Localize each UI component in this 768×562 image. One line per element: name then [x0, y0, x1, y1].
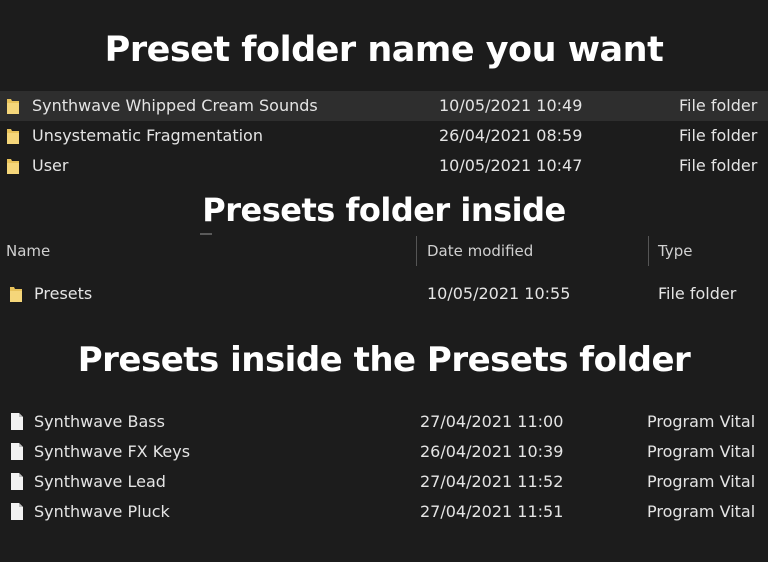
folder-name: User	[32, 156, 69, 175]
folder-row[interactable]: Synthwave Whipped Cream Sounds 10/05/202…	[0, 91, 768, 121]
folder-icon	[10, 287, 22, 302]
file-row[interactable]: Synthwave FX Keys 26/04/2021 10:39 Progr…	[0, 437, 768, 467]
folder-row[interactable]: Presets 10/05/2021 10:55 File folder	[0, 279, 768, 309]
file-date: 27/04/2021 11:52	[420, 472, 564, 491]
file-icon	[11, 473, 23, 490]
column-divider[interactable]	[416, 236, 417, 266]
file-name: Synthwave Lead	[34, 472, 166, 491]
folder-type: File folder	[658, 284, 737, 303]
file-type: Program Vital	[647, 412, 756, 431]
folder-name: Presets	[34, 284, 93, 303]
file-row[interactable]: Synthwave Bass 27/04/2021 11:00 Program …	[0, 407, 768, 437]
file-row[interactable]: Synthwave Pluck 27/04/2021 11:51 Program…	[0, 497, 768, 527]
folder-icon	[7, 159, 19, 174]
column-type[interactable]: Type	[658, 242, 692, 260]
file-icon	[11, 413, 23, 430]
folder-row[interactable]: Unsystematic Fragmentation 26/04/2021 08…	[0, 121, 768, 151]
folder-date: 10/05/2021 10:55	[427, 284, 571, 303]
file-type: Program Vital	[647, 442, 756, 461]
column-date-modified[interactable]: Date modified	[427, 242, 533, 260]
file-type: Program Vital	[647, 472, 756, 491]
file-icon	[11, 443, 23, 460]
folder-type: File folder	[679, 156, 758, 175]
heading-preset-folder-name: Preset folder name you want	[104, 30, 664, 70]
file-row[interactable]: Synthwave Lead 27/04/2021 11:52 Program …	[0, 467, 768, 497]
file-date: 27/04/2021 11:00	[420, 412, 564, 431]
folder-date: 26/04/2021 08:59	[439, 126, 583, 145]
folder-date: 10/05/2021 10:47	[439, 156, 583, 175]
file-date: 27/04/2021 11:51	[420, 502, 564, 521]
folder-icon	[7, 99, 19, 114]
folder-name: Synthwave Whipped Cream Sounds	[32, 96, 318, 115]
file-type: Program Vital	[647, 502, 756, 521]
folder-icon	[7, 129, 19, 144]
file-name: Synthwave FX Keys	[34, 442, 191, 461]
file-name: Synthwave Bass	[34, 412, 165, 431]
folder-name: Unsystematic Fragmentation	[32, 126, 263, 145]
heading-presets-inside: Presets inside the Presets folder	[77, 340, 691, 380]
column-divider[interactable]	[648, 236, 649, 266]
column-name[interactable]: Name	[6, 242, 50, 260]
folder-row[interactable]: User 10/05/2021 10:47 File folder	[0, 151, 768, 181]
file-icon	[11, 503, 23, 520]
heading-presets-folder-inside: Presets folder inside	[202, 191, 566, 229]
folder-type: File folder	[679, 126, 758, 145]
file-date: 26/04/2021 10:39	[420, 442, 564, 461]
folder-date: 10/05/2021 10:49	[439, 96, 583, 115]
file-name: Synthwave Pluck	[34, 502, 170, 521]
folder-type: File folder	[679, 96, 758, 115]
column-header: Name Date modified Type	[0, 232, 768, 268]
